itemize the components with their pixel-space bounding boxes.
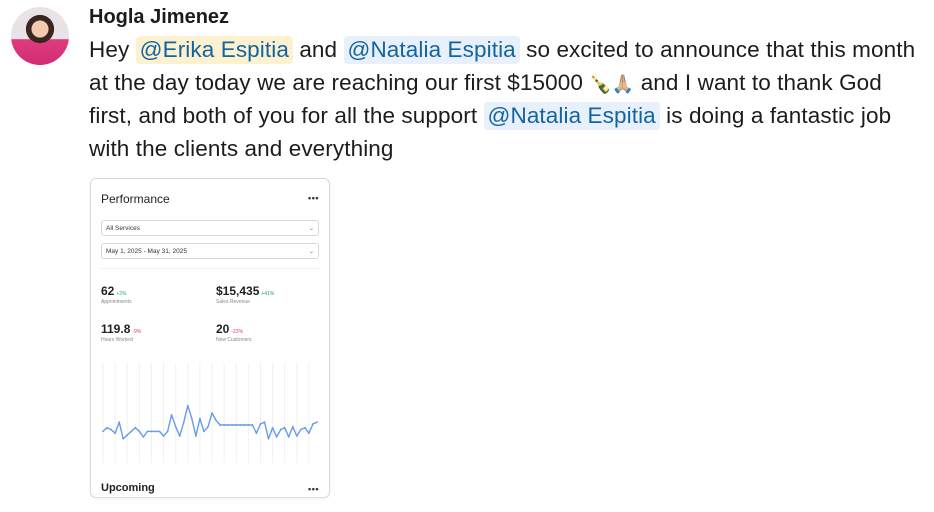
divider — [101, 268, 319, 269]
chart-point — [239, 424, 242, 426]
more-options-icon: ••• — [308, 193, 319, 203]
chart-point — [227, 424, 230, 426]
chart-point — [182, 421, 185, 424]
upcoming-title: Upcoming — [101, 482, 155, 494]
chart-point — [146, 430, 149, 433]
chart-point — [312, 423, 314, 425]
chart-point — [118, 421, 121, 424]
message-text: Hey @Erika Espitia and @Natalia Espitia … — [89, 34, 929, 165]
metric-label: Appointments — [101, 299, 132, 305]
chevron-down-icon: ⌄ — [308, 226, 314, 232]
chart-point — [138, 430, 141, 433]
chart-point — [283, 426, 286, 429]
chart-point — [299, 428, 302, 431]
chart-point — [134, 426, 137, 429]
chart-point — [162, 435, 165, 437]
chart-point — [291, 425, 294, 428]
author-name[interactable]: Hogla Jimenez — [89, 5, 229, 29]
chart-point — [166, 430, 169, 433]
metric-appointments: 62 +2% Appointments — [101, 282, 132, 305]
metric-value: $15,435 — [216, 284, 260, 298]
chart-point — [223, 424, 226, 426]
chart-point — [211, 412, 213, 414]
chart-point — [235, 424, 238, 426]
chart-point — [190, 417, 193, 420]
chart-point — [158, 430, 161, 433]
chart-point — [170, 413, 173, 416]
more-options-icon: ••• — [308, 484, 319, 494]
metric-change: +41% — [261, 291, 275, 297]
chart-point — [219, 424, 221, 426]
metric-change: -23% — [231, 329, 244, 335]
author-avatar[interactable] — [11, 7, 69, 65]
performance-line-chart — [102, 363, 318, 463]
chart-point — [267, 437, 270, 440]
chart-point — [295, 435, 298, 437]
metric-change: +2% — [116, 291, 127, 297]
message-text-part: Hey — [89, 37, 136, 62]
chart-point — [194, 435, 197, 437]
chart-point — [308, 432, 310, 435]
chart-point — [106, 426, 108, 429]
date-range-value: May 1, 2025 - May 31, 2025 — [106, 248, 187, 255]
chart-point — [271, 426, 274, 429]
chart-point — [251, 424, 254, 426]
service-filter-select: All Services ⌄ — [101, 220, 319, 236]
chart-point — [122, 437, 125, 440]
chart-point — [150, 430, 153, 433]
chart-point — [142, 436, 145, 438]
metric-value: 62 — [101, 284, 115, 298]
chart-point — [207, 425, 209, 428]
chart-point — [279, 428, 282, 431]
metric-new-customers: 20 -23% New Customers — [216, 320, 252, 343]
chart-point — [255, 432, 258, 435]
mention-natalia[interactable]: @Natalia Espitia — [343, 36, 520, 64]
performance-title: Performance — [101, 192, 170, 206]
metric-value: 20 — [216, 322, 230, 336]
mention-natalia[interactable]: @Natalia Espitia — [483, 102, 660, 130]
date-range-select: May 1, 2025 - May 31, 2025 ⌄ — [101, 243, 319, 259]
chart-point — [243, 424, 246, 426]
chart-point — [287, 436, 290, 438]
chart-point — [126, 434, 129, 436]
metric-sales-revenue: $15,435 +41% Sales Revenue — [216, 282, 274, 305]
metric-label: New Customers — [216, 337, 252, 343]
chart-point — [263, 421, 266, 424]
chart-point — [178, 435, 181, 437]
metric-value: 119.8 — [101, 322, 131, 336]
chart-point — [259, 423, 262, 425]
chart-point — [130, 430, 133, 433]
chevron-down-icon: ⌄ — [308, 249, 314, 255]
chart-point — [199, 417, 201, 420]
chart-point — [231, 424, 234, 426]
chart-point — [114, 432, 117, 435]
chart-point — [110, 428, 112, 431]
service-filter-value: All Services — [106, 225, 140, 232]
metric-change: -9% — [132, 329, 142, 335]
chart-point — [316, 421, 318, 424]
chart-point — [247, 424, 250, 426]
chart-point — [102, 430, 104, 433]
mention-erika[interactable]: @Erika Espitia — [135, 36, 293, 64]
chart-point — [154, 430, 157, 433]
chart-point — [275, 436, 278, 438]
chart-point — [203, 430, 205, 433]
chart-point — [215, 419, 217, 422]
chart-point — [303, 426, 306, 429]
champagne-pray-emoji: 🍾🙏🏼 — [589, 73, 635, 94]
message-text-part: and — [292, 37, 344, 62]
performance-screenshot-attachment[interactable]: Performance ••• All Services ⌄ May 1, 20… — [90, 178, 330, 498]
metric-hours-worked: 119.8 -9% Hours Worked — [101, 320, 141, 343]
chart-point — [186, 404, 189, 407]
chart-point — [174, 425, 177, 428]
